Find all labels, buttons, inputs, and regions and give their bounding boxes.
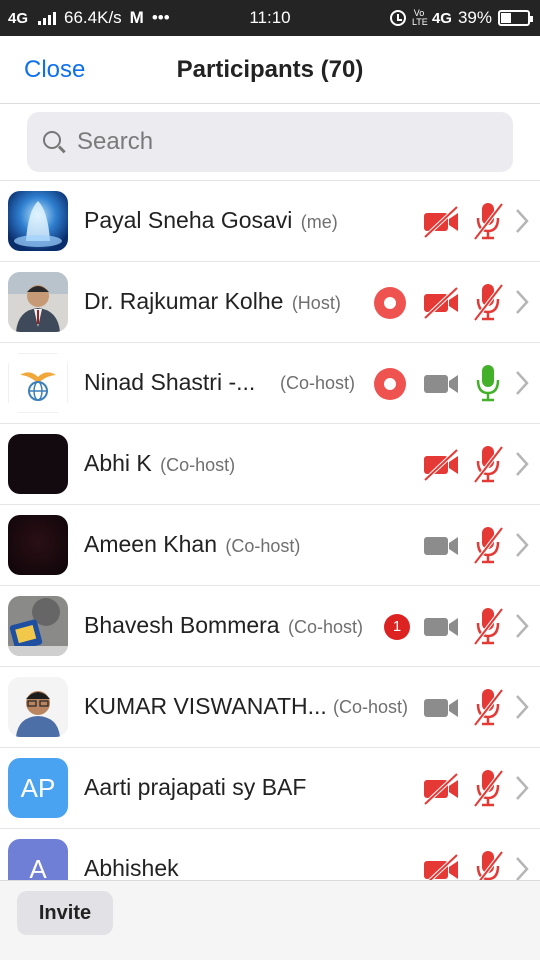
video-camera-icon (422, 611, 460, 643)
participant-name: Payal Sneha Gosavi (84, 207, 293, 233)
participant-name-area: Ninad Shastri -... (84, 369, 255, 396)
video-off-icon (422, 853, 460, 880)
microphone-muted-icon (472, 525, 504, 565)
volte-icon: Vo LTE (411, 8, 428, 27)
microphone-muted-icon (472, 687, 504, 727)
network-type-2: 4G (431, 9, 452, 27)
participant-name-area: Aarti prajapati sy BAF (84, 774, 306, 801)
search-icon (43, 131, 61, 149)
participant-name-area: Abhishek (84, 855, 179, 880)
participant-name-area: KUMAR VISWANATH... (84, 693, 327, 720)
microphone-muted-icon (472, 282, 504, 322)
avatar (8, 191, 68, 251)
unread-badge: 1 (384, 614, 410, 640)
chevron-right-icon[interactable] (514, 612, 530, 640)
participant-name: KUMAR VISWANATH... (84, 693, 327, 719)
battery-icon (498, 10, 533, 26)
recording-icon (374, 368, 406, 400)
participant-name: Ameen Khan (84, 531, 217, 557)
participant-name-area: Dr. Rajkumar Kolhe (Host) (84, 288, 341, 315)
network-speed: 66.4K/s (64, 8, 122, 27)
video-camera-icon (422, 368, 460, 400)
chevron-right-icon[interactable] (514, 207, 530, 235)
avatar (8, 677, 68, 737)
footer: Invite (0, 880, 540, 960)
participant-row[interactable]: Bhavesh Bommera (Co-host) 1 (0, 586, 540, 667)
chevron-right-icon[interactable] (514, 531, 530, 559)
close-button[interactable]: Close (24, 56, 85, 84)
participant-row[interactable]: (Co-host) Ninad Shastri -... (0, 343, 540, 424)
participant-name: Bhavesh Bommera (84, 612, 280, 638)
participant-row[interactable]: Payal Sneha Gosavi (me) (0, 181, 540, 262)
participant-row[interactable]: Ameen Khan (Co-host) (0, 505, 540, 586)
more-notifications-icon: ••• (151, 8, 170, 27)
search-input[interactable] (77, 124, 497, 160)
microphone-muted-icon (472, 201, 504, 241)
microphone-muted-icon (472, 444, 504, 484)
video-off-icon (422, 205, 460, 239)
avatar (8, 272, 68, 332)
avatar (8, 353, 68, 413)
participant-role: (Co-host) (287, 617, 363, 637)
search-bar (0, 104, 540, 181)
video-off-icon (422, 772, 460, 806)
participant-name-area: Bhavesh Bommera (Co-host) (84, 612, 363, 639)
participant-row[interactable]: A Abhishek (0, 829, 540, 880)
video-off-icon (422, 286, 460, 320)
participant-name: Ninad Shastri -... (84, 369, 256, 395)
clock: 11:10 (249, 8, 291, 27)
avatar (8, 596, 68, 656)
video-camera-icon (422, 692, 460, 724)
participant-name-area: Ameen Khan (Co-host) (84, 531, 300, 558)
participant-row[interactable]: Dr. Rajkumar Kolhe (Host) (0, 262, 540, 343)
signal-icon (38, 11, 57, 25)
battery-percent: 39% (457, 8, 492, 27)
recording-icon (374, 287, 406, 319)
participant-role: (Host) (291, 293, 341, 313)
avatar: A (8, 839, 68, 880)
alarm-icon (389, 10, 406, 26)
microphone-muted-icon (472, 768, 504, 808)
participant-row[interactable]: (Co-host) KUMAR VISWANATH... (0, 667, 540, 748)
mail-icon: M (129, 8, 144, 27)
avatar (8, 515, 68, 575)
status-right: Vo LTE 4G 39% (389, 8, 533, 28)
participant-name-area: Abhi K (Co-host) (84, 450, 235, 477)
microphone-muted-icon (472, 849, 504, 880)
chevron-right-icon[interactable] (514, 855, 530, 880)
participant-role: (Co-host) (280, 373, 356, 393)
participant-row[interactable]: AP Aarti prajapati sy BAF (0, 748, 540, 829)
status-bar: 4G 66.4K/s M ••• 11:10 Vo LTE 4G 39% (0, 0, 540, 36)
participant-list[interactable]: Payal Sneha Gosavi (me) Dr. Rajkumar Kolh… (0, 181, 540, 880)
participant-name: Abhishek (84, 855, 179, 880)
network-type: 4G (8, 9, 29, 27)
search-box[interactable] (27, 112, 513, 172)
participant-role: (Co-host) (225, 536, 301, 556)
participant-role: (Co-host) (160, 455, 236, 475)
participant-name: Aarti prajapati sy BAF (84, 774, 307, 800)
video-camera-icon (422, 530, 460, 562)
microphone-muted-icon (472, 606, 504, 646)
microphone-icon (472, 363, 504, 403)
participant-row[interactable]: Abhi K (Co-host) (0, 424, 540, 505)
status-left: 4G 66.4K/s M ••• (8, 8, 170, 28)
avatar: AP (8, 758, 68, 818)
chevron-right-icon[interactable] (514, 774, 530, 802)
participant-name: Abhi K (84, 450, 152, 476)
participant-name-area: Payal Sneha Gosavi (me) (84, 207, 338, 234)
chevron-right-icon[interactable] (514, 450, 530, 478)
avatar (8, 434, 68, 494)
chevron-right-icon[interactable] (514, 288, 530, 316)
battery-fill (501, 13, 512, 23)
participant-role: (Co-host) (333, 697, 409, 717)
header: Close Participants (70) (0, 36, 540, 104)
invite-button[interactable]: Invite (17, 891, 113, 935)
participant-role: (me) (300, 212, 338, 232)
participant-name: Dr. Rajkumar Kolhe (84, 288, 284, 314)
video-off-icon (422, 448, 460, 482)
chevron-right-icon[interactable] (514, 369, 530, 397)
chevron-right-icon[interactable] (514, 693, 530, 721)
